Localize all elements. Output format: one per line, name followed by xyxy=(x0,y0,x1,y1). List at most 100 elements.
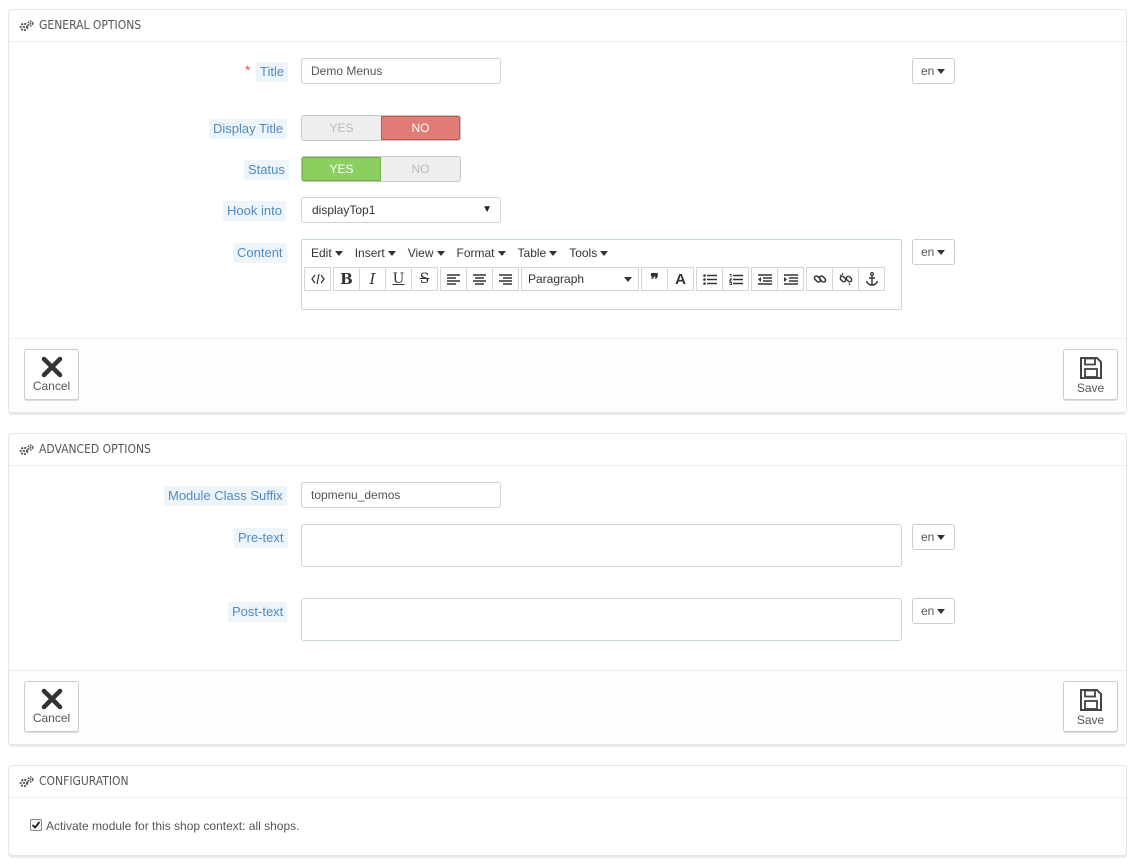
display-title-switch[interactable]: YES NO xyxy=(301,115,461,141)
module-class-suffix-input[interactable]: topmenu_demos xyxy=(301,482,501,508)
indent-icon xyxy=(783,273,798,285)
caret-down-icon xyxy=(937,609,946,615)
align-center-button[interactable] xyxy=(466,267,493,291)
panel-title: CONFIGURATION xyxy=(39,774,129,788)
select-arrow-icon: ▼ xyxy=(482,204,492,215)
anchor-button[interactable] xyxy=(858,267,885,291)
lang-label: en xyxy=(921,604,935,618)
post-text-label: Post-text xyxy=(228,602,288,622)
caret-down-icon xyxy=(334,251,343,257)
outdent-button[interactable] xyxy=(751,267,778,291)
editor-menu-table[interactable]: Table xyxy=(512,240,564,266)
save-label: Save xyxy=(1076,713,1105,727)
display-title-yes[interactable]: YES xyxy=(302,116,381,140)
underline-button[interactable]: U xyxy=(385,267,412,291)
insert-link-button[interactable] xyxy=(806,267,833,291)
save-button[interactable]: Save xyxy=(1063,349,1118,400)
checkmark-icon xyxy=(31,821,41,829)
activate-module-checkbox[interactable] xyxy=(30,819,42,831)
content-lang-dropdown[interactable]: en xyxy=(912,239,955,265)
underline-icon: U xyxy=(392,271,405,287)
title-label: Title xyxy=(256,62,289,82)
caret-down-icon xyxy=(937,69,946,75)
caret-down-icon xyxy=(600,251,609,257)
lang-label: en xyxy=(921,530,935,544)
outdent-icon xyxy=(757,273,772,285)
configuration-heading: CONFIGURATION xyxy=(9,766,1126,798)
cancel-label: Cancel xyxy=(32,379,71,393)
unlink-icon xyxy=(839,272,852,286)
post-text-input[interactable] xyxy=(301,598,902,641)
status-yes[interactable]: YES xyxy=(302,157,381,181)
save-button[interactable]: Save xyxy=(1063,681,1118,732)
caret-down-icon xyxy=(387,251,396,257)
link-icon xyxy=(813,275,826,283)
italic-icon: I xyxy=(369,270,376,288)
save-icon xyxy=(1079,357,1102,379)
cogs-icon xyxy=(19,19,34,31)
required-mark: * xyxy=(245,62,251,78)
editor-menu-tools[interactable]: Tools xyxy=(563,240,614,266)
pre-text-input[interactable] xyxy=(301,524,902,567)
blockquote-button[interactable]: ❞ xyxy=(641,267,668,291)
pre-text-label: Pre-text xyxy=(234,528,288,548)
editor-menu-edit[interactable]: Edit xyxy=(305,240,349,266)
hook-select-value: displayTop1 xyxy=(312,203,376,217)
format-select-value: Paragraph xyxy=(528,272,585,286)
status-no[interactable]: NO xyxy=(381,157,460,181)
cancel-button[interactable]: Cancel xyxy=(24,349,79,400)
content-label: Content xyxy=(233,243,287,263)
caret-down-icon xyxy=(436,251,445,257)
strikethrough-button[interactable]: S xyxy=(411,267,438,291)
bold-button[interactable]: B xyxy=(333,267,360,291)
code-icon xyxy=(310,273,325,285)
module-class-suffix-label: Module Class Suffix xyxy=(164,486,287,506)
title-lang-dropdown[interactable]: en xyxy=(912,58,955,84)
remove-link-button[interactable] xyxy=(832,267,859,291)
source-code-button[interactable] xyxy=(304,267,331,291)
status-label: Status xyxy=(244,160,289,180)
align-center-icon xyxy=(473,273,486,285)
align-left-button[interactable] xyxy=(440,267,467,291)
pre-text-lang-dropdown[interactable]: en xyxy=(912,524,955,550)
editor-menu-insert[interactable]: Insert xyxy=(349,240,402,266)
italic-button[interactable]: I xyxy=(359,267,386,291)
caret-down-icon xyxy=(497,251,506,257)
align-right-button[interactable] xyxy=(492,267,519,291)
display-title-label: Display Title xyxy=(209,119,288,139)
caret-down-icon xyxy=(937,250,946,256)
cancel-label: Cancel xyxy=(32,711,71,725)
editor-menu-view[interactable]: View xyxy=(402,240,451,266)
caret-down-icon xyxy=(624,276,632,282)
hook-select[interactable]: displayTop1 ▼ xyxy=(301,197,501,223)
editor-toolbar: B I U S Paragraph ❞ A xyxy=(304,266,899,292)
activate-module-label: Activate module for this shop context: a… xyxy=(46,819,300,833)
numbered-list-icon xyxy=(728,273,743,285)
cogs-icon xyxy=(19,775,34,787)
caret-down-icon xyxy=(937,535,946,541)
cogs-icon xyxy=(19,443,34,455)
numbered-list-button[interactable] xyxy=(722,267,749,291)
bullet-list-button[interactable] xyxy=(696,267,723,291)
save-icon xyxy=(1079,689,1102,711)
align-left-icon xyxy=(447,273,460,285)
post-text-lang-dropdown[interactable]: en xyxy=(912,598,955,624)
anchor-icon xyxy=(865,272,878,286)
display-title-no[interactable]: NO xyxy=(381,116,460,140)
editor-menubar: Edit Insert View Format Table Tools xyxy=(302,240,901,266)
title-input[interactable]: Demo Menus xyxy=(301,58,501,84)
status-switch[interactable]: YES NO xyxy=(301,156,461,182)
content-editor[interactable]: Edit Insert View Format Table Tools B I … xyxy=(301,239,902,310)
configuration-panel: CONFIGURATION Activate module for this s… xyxy=(8,765,1127,856)
editor-menu-format[interactable]: Format xyxy=(451,240,512,266)
align-right-icon xyxy=(499,273,512,285)
save-label: Save xyxy=(1076,381,1105,395)
text-color-button[interactable]: A xyxy=(667,267,694,291)
close-icon xyxy=(41,356,62,378)
format-select[interactable]: Paragraph xyxy=(521,267,639,291)
text-color-icon: A xyxy=(675,270,686,288)
general-options-footer: Cancel Save xyxy=(9,338,1126,412)
indent-button[interactable] xyxy=(777,267,804,291)
cancel-button[interactable]: Cancel xyxy=(24,681,79,732)
lang-label: en xyxy=(921,245,935,259)
